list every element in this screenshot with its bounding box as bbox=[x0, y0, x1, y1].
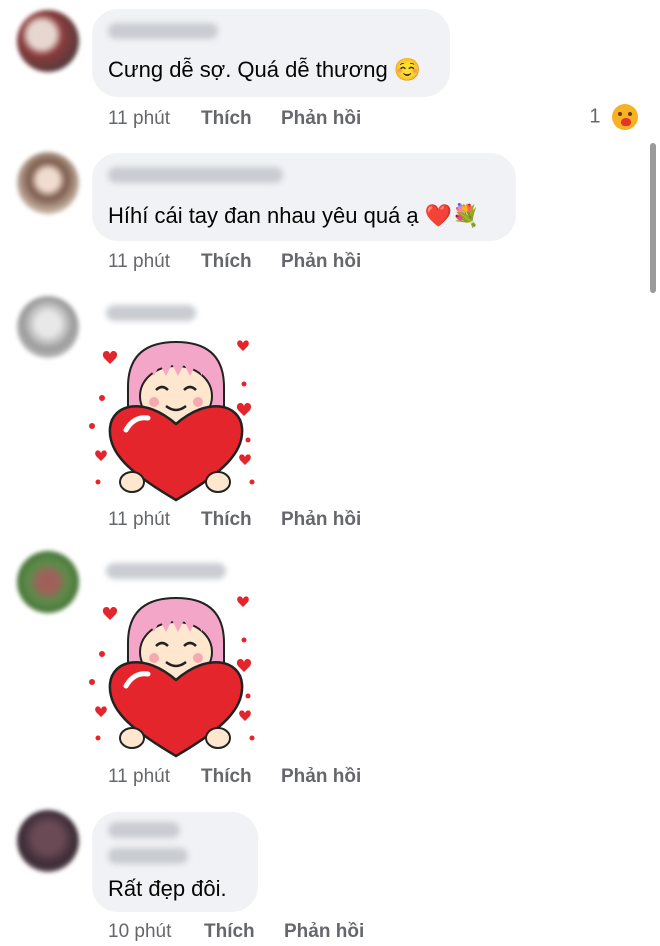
comment-bubble: Cưng dễ sợ. Quá dễ thương ☺️ bbox=[92, 9, 450, 97]
reaction-summary[interactable]: 1 bbox=[589, 104, 638, 130]
reaction-count: 1 bbox=[589, 105, 601, 128]
comment-text: Rất đẹp đôi. bbox=[108, 876, 227, 901]
timestamp[interactable]: 11 phút bbox=[108, 251, 170, 273]
like-button[interactable]: Thích bbox=[201, 509, 252, 531]
timestamp[interactable]: 11 phút bbox=[108, 766, 170, 788]
comment-text: Cưng dễ sợ. Quá dễ thương ☺️ bbox=[108, 57, 422, 82]
avatar[interactable] bbox=[17, 10, 79, 72]
like-button[interactable]: Thích bbox=[201, 766, 252, 788]
commenter-name[interactable] bbox=[106, 563, 226, 579]
commenter-name-line-2[interactable] bbox=[108, 848, 188, 864]
girl-holding-heart-sticker bbox=[89, 340, 255, 502]
scrollbar[interactable] bbox=[650, 143, 656, 293]
commenter-name[interactable] bbox=[108, 167, 283, 183]
commenter-name[interactable] bbox=[108, 822, 180, 838]
timestamp[interactable]: 10 phút bbox=[108, 921, 171, 943]
reply-button[interactable]: Phản hồi bbox=[281, 509, 361, 531]
like-button[interactable]: Thích bbox=[201, 108, 252, 130]
comment-bubble: Rất đẹp đôi. bbox=[92, 812, 258, 912]
care-reaction-icon bbox=[612, 104, 638, 130]
commenter-name[interactable] bbox=[106, 305, 196, 321]
avatar[interactable] bbox=[17, 551, 79, 613]
reply-button[interactable]: Phản hồi bbox=[281, 251, 361, 273]
comment-text: Híhí cái tay đan nhau yêu quá ạ ❤️💐 bbox=[108, 203, 480, 228]
like-button[interactable]: Thích bbox=[201, 251, 252, 273]
smile-emoji: ☺️ bbox=[393, 57, 422, 82]
reply-button[interactable]: Phản hồi bbox=[284, 921, 364, 943]
timestamp[interactable]: 11 phút bbox=[108, 509, 170, 531]
avatar[interactable] bbox=[17, 296, 79, 358]
girl-holding-heart-sticker bbox=[89, 596, 255, 758]
timestamp[interactable]: 11 phút bbox=[108, 108, 170, 130]
commenter-name[interactable] bbox=[108, 23, 218, 39]
comment-bubble: Híhí cái tay đan nhau yêu quá ạ ❤️💐 bbox=[92, 153, 516, 241]
reply-button[interactable]: Phản hồi bbox=[281, 108, 361, 130]
heart-bouquet-emoji: ❤️💐 bbox=[424, 203, 480, 228]
like-button[interactable]: Thích bbox=[204, 921, 255, 943]
avatar[interactable] bbox=[17, 152, 79, 214]
avatar[interactable] bbox=[17, 810, 79, 872]
reply-button[interactable]: Phản hồi bbox=[281, 766, 361, 788]
